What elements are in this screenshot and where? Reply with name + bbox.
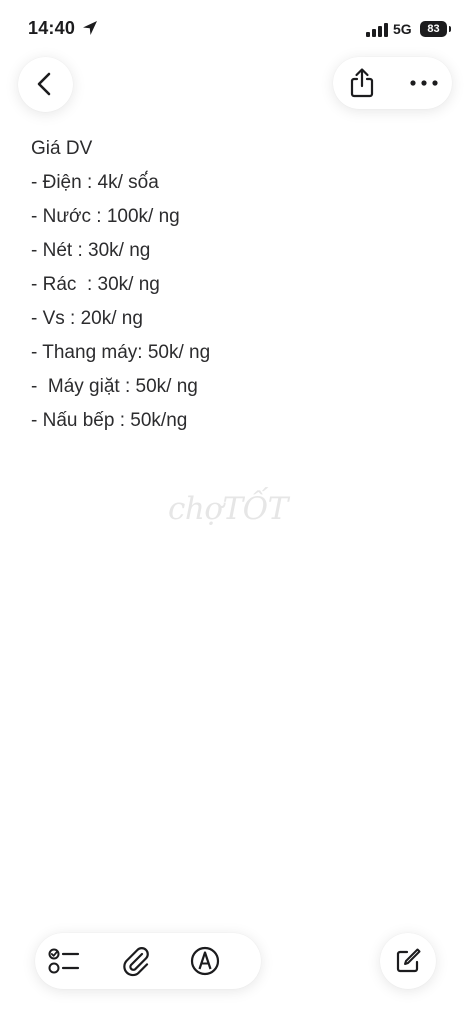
note-line: Giá DV	[31, 138, 93, 159]
ellipsis-icon[interactable]	[407, 66, 441, 100]
note-line: - Thang máy: 50k/ ng	[31, 342, 211, 363]
status-bar: 14:40 5G 83	[0, 0, 472, 56]
note-body[interactable]: Giá DV - Điện : 4k/ số́a - Nước : 100k/ …	[31, 132, 451, 438]
note-line: - Nét : 30k/ ng	[31, 240, 151, 261]
note-line: - Vs : 20k/ ng	[31, 308, 143, 329]
share-icon[interactable]	[345, 66, 379, 100]
network-type: 5G	[393, 21, 412, 37]
note-line: - Nước : 100k/ ng	[31, 206, 180, 227]
compose-button[interactable]	[380, 933, 436, 989]
compose-icon	[396, 948, 421, 973]
location-arrow-icon	[83, 21, 97, 35]
cellular-signal-icon	[366, 23, 388, 37]
note-line: - Máy giặt : 50k/ ng	[31, 376, 198, 397]
note-line: - Nấu bếp : 50k/ng	[31, 410, 188, 431]
bottom-toolbar	[35, 933, 261, 989]
markup-pen-icon[interactable]	[188, 945, 222, 977]
paperclip-icon[interactable]	[119, 945, 153, 977]
status-time: 14:40	[28, 18, 76, 38]
note-line: - Điện : 4k/ số́a	[31, 172, 159, 193]
checklist-icon[interactable]	[47, 945, 81, 977]
back-button[interactable]	[18, 57, 73, 112]
top-actions	[333, 57, 452, 109]
note-line: - Rác : 30k/ ng	[31, 274, 160, 295]
chevron-left-icon	[37, 72, 51, 96]
chotot-watermark: chợTỐT	[168, 491, 288, 527]
battery-icon: 83	[420, 21, 451, 37]
